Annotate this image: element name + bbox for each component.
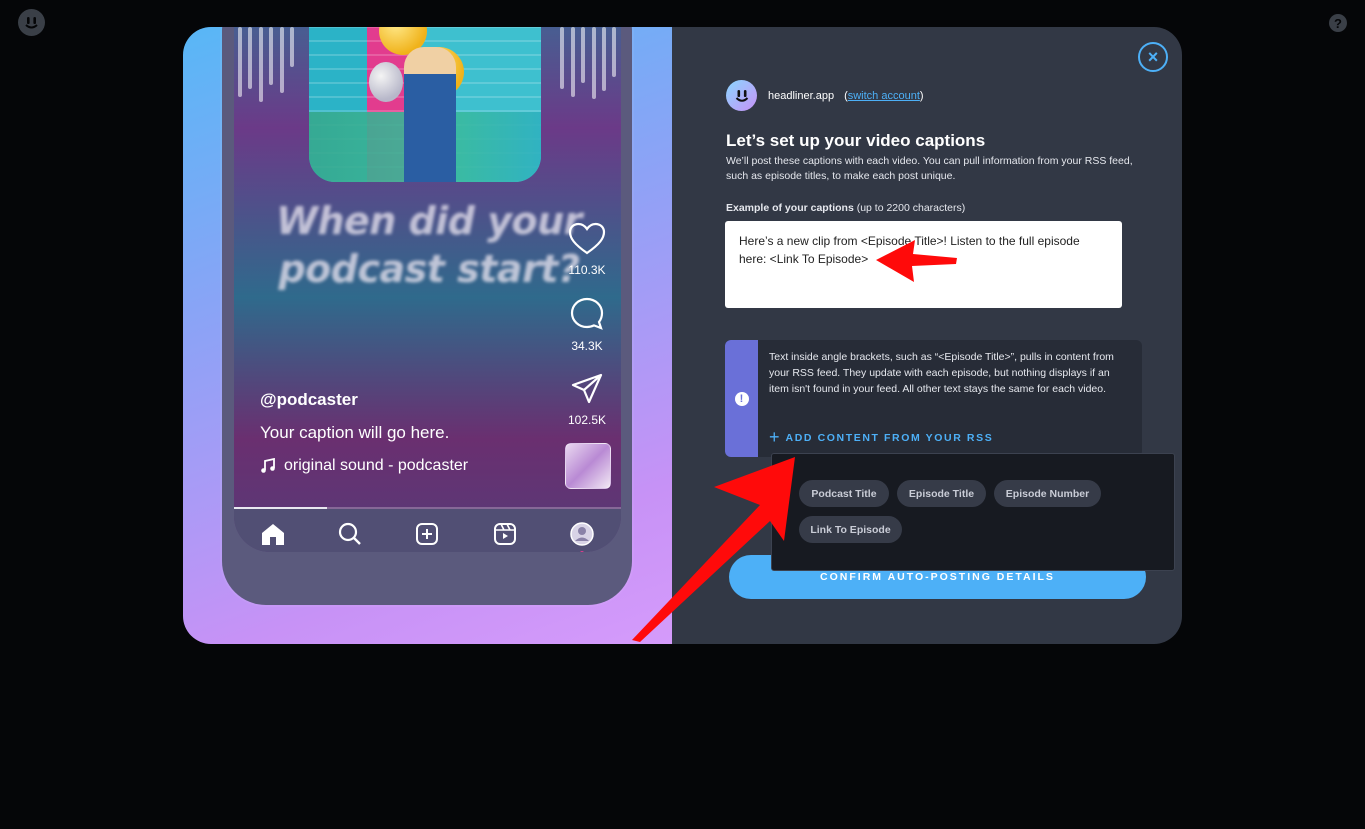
waveform-bar: [560, 27, 565, 89]
rss-option-episode-number[interactable]: Episode Number: [994, 480, 1101, 507]
phone-screen: When did your podcast start? 110.3K 34.3…: [234, 27, 621, 552]
reels-icon[interactable]: [492, 521, 518, 547]
bottom-nav: [234, 509, 621, 552]
waveform-bar: [290, 27, 294, 67]
waveform-bar: [591, 27, 596, 99]
post-caption: Your caption will go here.: [260, 423, 450, 442]
caption-field-label-bold: Example of your captions: [726, 202, 854, 214]
page-title: Let’s set up your video captions: [726, 131, 986, 150]
sound-label: original sound - podcaster: [284, 457, 469, 474]
waveform-bar: [248, 27, 253, 89]
side-actions: 110.3K 34.3K 102.5K: [564, 222, 610, 446]
video-overlay-text: When did your podcast start?: [276, 199, 582, 291]
heart-icon: [568, 222, 606, 255]
like-count: 110.3K: [568, 263, 606, 277]
plus-icon: +: [769, 427, 780, 447]
notification-dot: [580, 551, 585, 552]
send-icon: [571, 373, 603, 404]
rss-option-episode-title[interactable]: Episode Title: [897, 480, 986, 507]
help-icon[interactable]: ?: [1329, 14, 1347, 32]
page-subtitle: We’ll post these captions with each vide…: [726, 155, 1133, 182]
waveform-bar: [258, 27, 263, 102]
caption-textarea[interactable]: Here’s a new clip from <Episode Title>! …: [725, 221, 1122, 308]
waveform-bar: [238, 27, 242, 97]
add-rss-label: ADD CONTENT FROM YOUR RSS: [785, 431, 994, 444]
switch-paren-close: ): [919, 89, 924, 102]
post-handle[interactable]: @podcaster: [260, 390, 358, 410]
profile-icon[interactable]: [569, 521, 595, 552]
video-thumbnail: [309, 27, 541, 182]
preview-pane: When did your podcast start? 110.3K 34.3…: [183, 27, 672, 644]
share-action[interactable]: 102.5K: [564, 372, 610, 427]
add-icon[interactable]: [414, 521, 440, 547]
sound-row[interactable]: original sound - podcaster: [260, 457, 468, 475]
waveform-bar: [570, 27, 575, 97]
account-avatar: [726, 80, 757, 111]
info-stripe: !: [725, 340, 758, 457]
share-count: 102.5K: [567, 413, 607, 427]
search-icon[interactable]: [337, 521, 363, 547]
waveform-bar: [602, 27, 606, 91]
account-row: headliner.app ( switch account ): [726, 80, 924, 111]
close-icon: ×: [1147, 46, 1159, 67]
waveform-bar: [279, 27, 284, 93]
rss-info-text: Text inside angle brackets, such as “<Ep…: [769, 351, 1114, 395]
rss-options-menu: Podcast Title Episode Title Episode Numb…: [771, 453, 1175, 571]
account-name: headliner.app: [768, 89, 835, 102]
rss-option-link-to-episode[interactable]: Link To Episode: [799, 516, 902, 543]
switch-account-link[interactable]: switch account: [848, 90, 920, 102]
music-note-icon: [261, 458, 275, 473]
comment-count: 34.3K: [571, 339, 603, 353]
headliner-logo-icon[interactable]: [18, 9, 45, 36]
caption-field-label-note: (up to 2200 characters): [853, 202, 966, 214]
home-icon[interactable]: [260, 521, 286, 547]
comment-icon: [570, 297, 604, 330]
add-rss-content-button[interactable]: + ADD CONTENT FROM YOUR RSS: [769, 427, 993, 448]
like-action[interactable]: 110.3K: [564, 222, 610, 277]
caption-field-label: Example of your captions (up to 2200 cha…: [726, 202, 965, 214]
rss-info-box: ! Text inside angle brackets, such as “<…: [725, 340, 1142, 457]
waveform-bar: [612, 27, 617, 77]
rss-option-podcast-title[interactable]: Podcast Title: [799, 480, 889, 507]
waveform-bar: [269, 27, 274, 85]
sound-album-art[interactable]: [565, 443, 611, 489]
close-button[interactable]: ×: [1138, 42, 1168, 72]
phone-mockup: When did your podcast start? 110.3K 34.3…: [222, 27, 632, 605]
alert-icon: !: [734, 391, 749, 406]
comment-action[interactable]: 34.3K: [564, 296, 610, 353]
waveform-bar: [581, 27, 586, 83]
